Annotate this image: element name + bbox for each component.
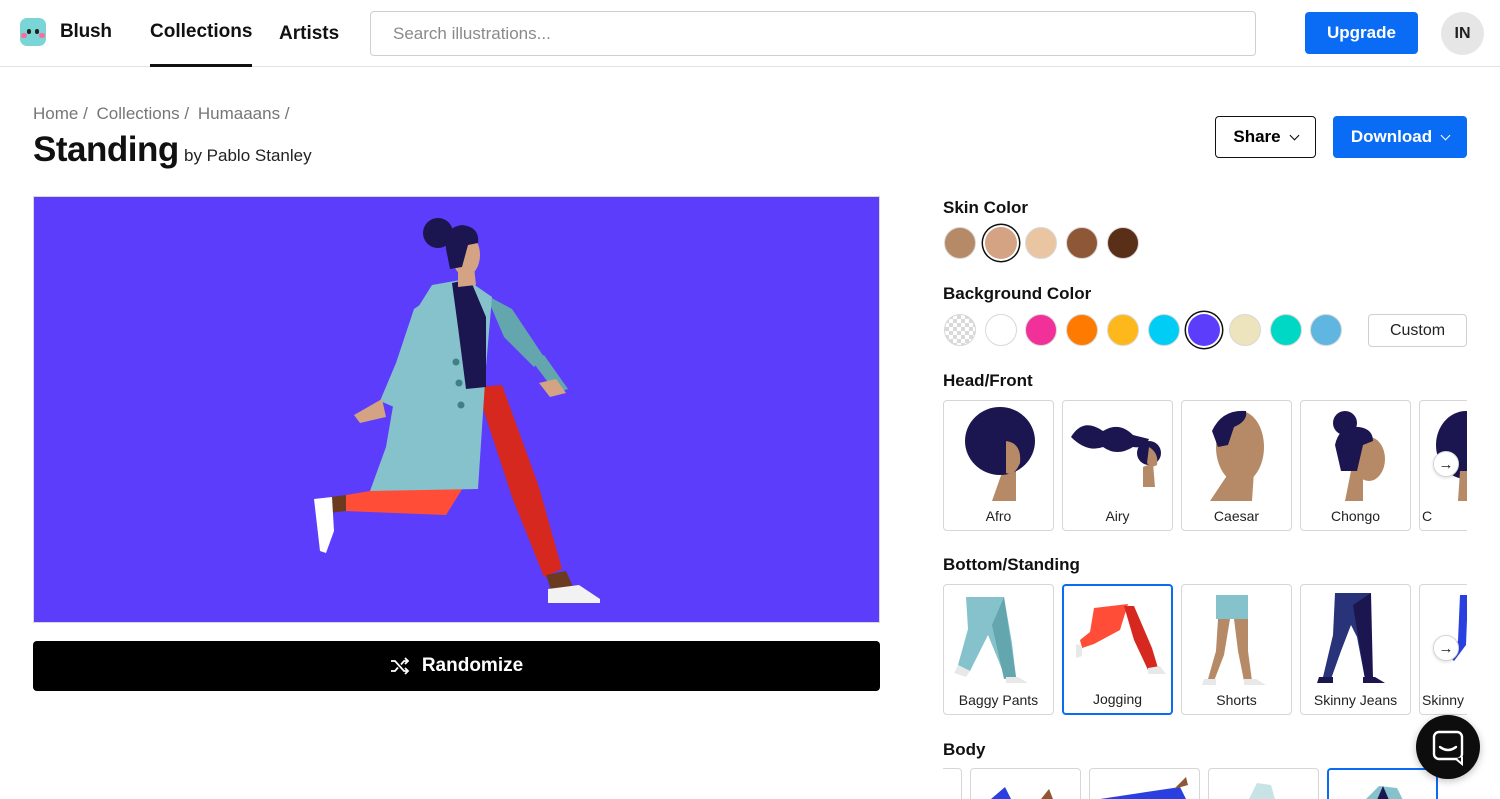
background-color-swatch[interactable]	[1269, 314, 1302, 346]
body-option-icon	[991, 787, 1053, 799]
share-button[interactable]: Share	[1215, 116, 1316, 158]
background-color-swatch[interactable]	[1025, 314, 1058, 346]
next-arrow-icon[interactable]: →	[1433, 635, 1459, 661]
bottom-standing-options: Baggy Pants Jogging Shorts Skinny Jeans	[943, 584, 1467, 716]
head-label: Afro	[985, 508, 1012, 524]
tab-collections[interactable]: Collections	[150, 0, 253, 67]
bottom-label: Skinny Jeans	[1313, 692, 1398, 708]
user-avatar[interactable]: IN	[1441, 12, 1484, 55]
background-color-swatch[interactable]	[1188, 314, 1221, 346]
breadcrumb-humaaans[interactable]: Humaaans /	[198, 104, 290, 123]
background-color-swatch[interactable]	[1106, 314, 1139, 346]
tab-artists[interactable]: Artists	[279, 0, 339, 67]
body-option[interactable]	[1089, 768, 1200, 799]
bottom-option-skinny-jeans[interactable]: Skinny Jeans	[1300, 584, 1411, 715]
top-navigation-bar: Blush Collections Artists Upgrade IN	[0, 0, 1500, 67]
background-color-swatch[interactable]	[1310, 314, 1343, 346]
background-color-swatch[interactable]	[1147, 314, 1180, 346]
bottom-label: Jogging	[1092, 691, 1143, 707]
blush-logo-icon	[20, 18, 46, 46]
bottom-option-jogging[interactable]: Jogging	[1062, 584, 1173, 715]
chat-icon	[1432, 730, 1464, 767]
author-byline[interactable]: by Pablo Stanley	[184, 146, 312, 166]
skin-color-swatch[interactable]	[1025, 227, 1058, 259]
skin-color-swatch[interactable]	[984, 227, 1017, 259]
illustration-canvas	[33, 196, 880, 623]
bottom-option-baggy-pants[interactable]: Baggy Pants	[943, 584, 1054, 715]
skin-color-swatch[interactable]	[1066, 227, 1099, 259]
brand-logo[interactable]: Blush	[20, 18, 112, 46]
body-title: Body	[943, 740, 986, 759]
bottom-label: Shorts	[1216, 692, 1257, 708]
skin-color-swatch[interactable]	[944, 227, 976, 259]
skin-color-title: Skin Color	[943, 198, 1029, 217]
background-color-swatch[interactable]	[1228, 314, 1261, 346]
body-option[interactable]	[970, 768, 1081, 799]
search-input[interactable]	[370, 11, 1256, 56]
bottom-standing-title: Bottom/Standing	[943, 555, 1080, 574]
shuffle-icon	[390, 657, 410, 675]
breadcrumb-collections[interactable]: Collections /	[97, 104, 190, 123]
bottom-option-shorts[interactable]: Shorts	[1181, 584, 1292, 715]
breadcrumb: Home / Collections / Humaaans /	[33, 104, 294, 124]
bottom-label: Skinny	[1422, 692, 1465, 708]
background-color-swatch[interactable]	[984, 314, 1017, 346]
head-label: Caesar	[1213, 508, 1260, 524]
body-option-icon	[1249, 783, 1275, 799]
chevron-down-icon	[1289, 130, 1300, 140]
body-option[interactable]	[1208, 768, 1319, 799]
head-label: Airy	[1105, 508, 1130, 524]
head-label: C	[1422, 508, 1433, 524]
upgrade-button[interactable]: Upgrade	[1305, 12, 1418, 54]
randomize-label: Randomize	[421, 655, 524, 676]
bottom-label: Baggy Pants	[958, 692, 1039, 708]
next-arrow-icon[interactable]: →	[1433, 451, 1459, 477]
page-title: Standing	[33, 130, 179, 169]
head-option-afro[interactable]: Afro	[943, 400, 1054, 531]
background-color-swatch[interactable]	[944, 314, 976, 346]
brand-name: Blush	[60, 21, 112, 42]
chat-support-button[interactable]	[1416, 715, 1480, 779]
head-option-chongo[interactable]: Chongo	[1300, 400, 1411, 531]
skin-color-swatch[interactable]	[1106, 227, 1139, 259]
download-label: Download	[1350, 127, 1433, 146]
background-color-swatch[interactable]	[1066, 314, 1099, 346]
body-option-icon	[1100, 777, 1188, 799]
chevron-down-icon	[1440, 130, 1451, 140]
body-option[interactable]	[943, 768, 962, 799]
head-front-options: Afro Airy Caesar Chongo C →	[943, 400, 1467, 531]
head-front-title: Head/Front	[943, 371, 1033, 390]
custom-color-button[interactable]: Custom	[1368, 314, 1467, 347]
share-label: Share	[1233, 127, 1281, 146]
background-color-title: Background Color	[943, 284, 1092, 303]
head-option-airy[interactable]: Airy	[1062, 400, 1173, 531]
download-button[interactable]: Download	[1333, 116, 1467, 158]
body-options	[943, 768, 1467, 799]
breadcrumb-home[interactable]: Home /	[33, 104, 88, 123]
standing-person-illustration	[314, 218, 600, 603]
head-option-caesar[interactable]: Caesar	[1181, 400, 1292, 531]
head-label: Chongo	[1330, 508, 1381, 524]
randomize-button[interactable]: Randomize	[33, 641, 880, 691]
